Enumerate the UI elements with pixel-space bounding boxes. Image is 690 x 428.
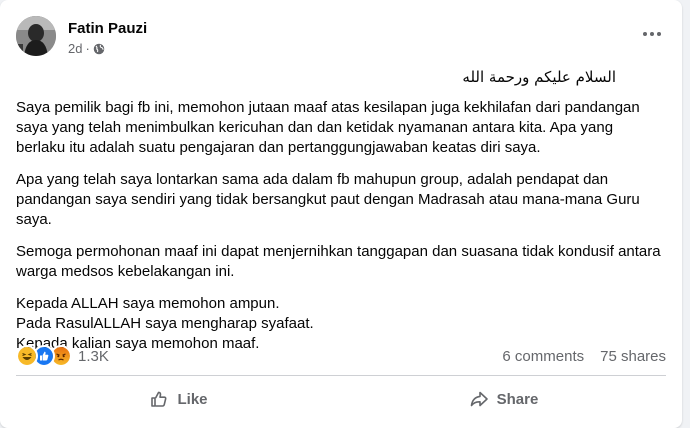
post-header: Fatin Pauzi 2d · [16,12,666,56]
like-button[interactable]: Like [16,379,341,419]
post-meta: 2d · [68,41,105,56]
share-button[interactable]: Share [341,379,666,419]
haha-reaction-icon [16,345,38,367]
more-options-icon[interactable] [638,24,666,44]
post-stats: 1.3K 6 comments 75 shares [16,344,666,368]
post-body: Saya pemilik bagi fb ini, memohon jutaan… [16,98,666,366]
closing-line: Kepada ALLAH saya memohon ampun. [16,295,280,312]
post-paragraph: Apa yang telah saya lontarkan sama ada d… [16,171,640,228]
share-label: Share [496,390,539,408]
reactions-summary[interactable]: 1.3K [16,345,109,367]
post-paragraph: Semoga permohonan maaf ini dapat menjern… [16,243,661,280]
closing-line: Pada RasulALLAH saya mengharap syafaat. [16,315,314,332]
share-icon [470,391,488,407]
reaction-count[interactable]: 1.3K [78,348,109,365]
post-card: Fatin Pauzi 2d · السلام عليكم ورحمة الله… [0,0,682,428]
action-bar: Like Share [16,379,666,419]
divider [16,375,666,376]
post-timestamp[interactable]: 2d [68,41,82,56]
avatar[interactable] [16,16,56,56]
comments-count[interactable]: 6 comments [502,348,584,365]
arabic-greeting: السلام عليكم ورحمة الله [462,68,616,86]
shares-count[interactable]: 75 shares [600,348,666,365]
engagement-counts: 6 comments 75 shares [502,348,666,365]
post-paragraph: Saya pemilik bagi fb ini, memohon jutaan… [16,99,640,156]
globe-icon [93,43,105,54]
author-name[interactable]: Fatin Pauzi [68,20,147,37]
like-icon [151,391,167,407]
like-label: Like [177,390,208,408]
